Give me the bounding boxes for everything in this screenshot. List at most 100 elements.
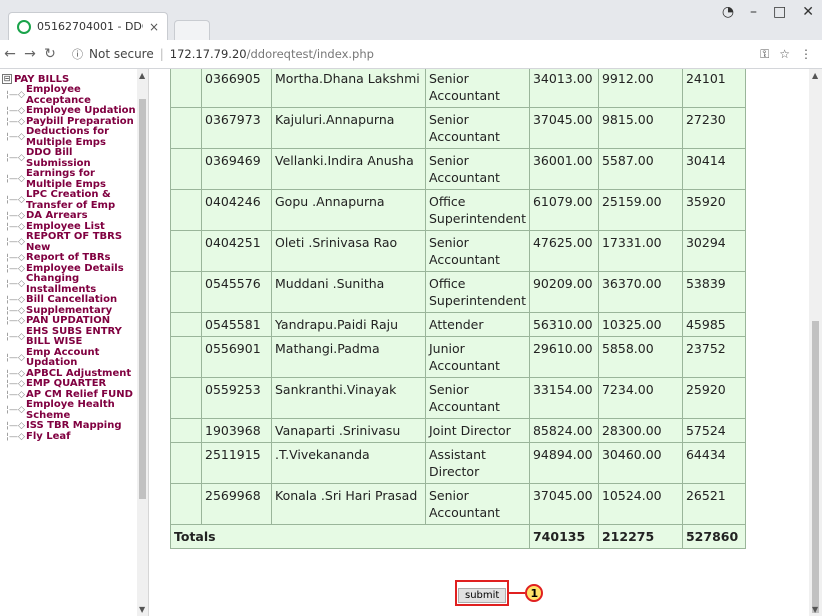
main-scroll-thumb[interactable] <box>812 321 819 613</box>
main-scroll-down-icon[interactable]: ▼ <box>812 605 818 614</box>
cell-deductions: 28300.00 <box>597 418 683 443</box>
sidebar-item[interactable]: ¦—◇ Employee Acceptance <box>6 84 136 106</box>
cell-net: 64434 <box>681 442 746 484</box>
tree-connector-icon: ¦—◇ <box>6 379 25 389</box>
cell-net: 45985 <box>681 312 746 337</box>
cell-designation: Senior Accountant <box>425 69 530 108</box>
scroll-down-icon[interactable]: ▼ <box>139 605 145 614</box>
scroll-up-icon[interactable]: ▲ <box>139 71 145 80</box>
cell-net: 27230 <box>681 107 746 149</box>
row-blank-cell <box>170 230 202 272</box>
sidebar-menu: ⊟ PAY BILLS ¦—◇ Employee Acceptance ¦—◇ Emp… <box>2 73 136 442</box>
totals-deductions: 212275 <box>597 524 683 549</box>
sidebar-item-label: EMP QUARTER <box>26 378 107 389</box>
cell-name: Muddani .Sunitha <box>271 271 426 313</box>
cell-gross: 47625.00 <box>528 230 599 272</box>
tab-close-icon[interactable]: × <box>149 20 159 34</box>
sidebar-item[interactable]: ¦—◇ Report of TBRs <box>6 252 136 264</box>
cell-designation: Senior Accountant <box>425 483 530 525</box>
sidebar-item[interactable]: ¦—◇ Fly Leaf <box>6 431 136 443</box>
main-scroll-up-icon[interactable]: ▲ <box>812 71 818 80</box>
sidebar-item[interactable]: ¦—◇ EMP QUARTER <box>6 378 136 390</box>
collapse-icon[interactable]: ⊟ <box>2 74 12 84</box>
sidebar-item[interactable]: ¦—◇ Bill Cancellation <box>6 294 136 306</box>
back-icon[interactable]: ← <box>0 46 20 62</box>
payroll-table: 0366905 Mortha.Dhana Lakshmi Senior Accoun… <box>170 69 746 549</box>
cell-deductions: 9912.00 <box>597 69 683 108</box>
cell-name: Mathangi.Padma <box>271 336 426 378</box>
maximize-icon[interactable]: □ <box>773 4 786 20</box>
cell-designation: Senior Accountant <box>425 230 530 272</box>
new-tab-button[interactable] <box>174 20 210 41</box>
tree-connector-icon: ¦—◇ <box>6 331 25 342</box>
sidebar-item[interactable]: ¦—◇ Employe Health Scheme <box>6 399 136 421</box>
tree-connector-icon: ¦—◇ <box>6 352 25 363</box>
table-row: 2511915 .T.Vivekananda Assistant Director 9… <box>170 442 746 484</box>
sidebar-item[interactable]: ¦—◇ Emp Account Updation <box>6 347 136 369</box>
cell-deductions: 7234.00 <box>597 377 683 419</box>
cell-id: 0559253 <box>201 377 272 419</box>
cell-deductions: 30460.00 <box>597 442 683 484</box>
cell-id: 0404251 <box>201 230 272 272</box>
sidebar-item[interactable]: ¦—◇ REPORT OF TBRS New <box>6 231 136 253</box>
minimize-icon[interactable]: – <box>750 4 757 20</box>
cell-name: Vellanki.Indira Anusha <box>271 148 426 190</box>
tree-connector-icon: ¦—◇ <box>6 421 25 431</box>
sidebar-item[interactable]: ¦—◇ PAN UPDATION <box>6 315 136 327</box>
sidebar-item[interactable]: ¦—◇ DDO Bill Submission <box>6 147 136 169</box>
main-scrollbar[interactable]: ▲ ▼ <box>809 69 822 616</box>
sidebar: ⊟ PAY BILLS ¦—◇ Employee Acceptance ¦—◇ Emp… <box>0 69 149 616</box>
sidebar-item-label: Employe Health Scheme <box>26 399 115 421</box>
url-path: /ddoreqtest/index.php <box>246 47 374 61</box>
info-icon[interactable]: ⓘ <box>72 46 83 62</box>
key-icon[interactable]: ⚿ <box>760 47 769 62</box>
tree-connector-icon: ¦—◇ <box>6 211 25 221</box>
cell-gross: 61079.00 <box>528 189 599 231</box>
cell-net: 24101 <box>681 69 746 108</box>
tree-connector-icon: ¦—◇ <box>6 221 25 232</box>
star-icon[interactable]: ☆ <box>779 47 790 62</box>
cell-name: .T.Vivekananda <box>271 442 426 484</box>
table-row: 0545581 Yandrapu.Paidi Raju Attender 56310.… <box>170 312 746 337</box>
sidebar-item-label: Bill Cancellation <box>26 294 118 305</box>
cell-id: 1903968 <box>201 418 272 443</box>
browser-tab[interactable]: 05162704001 - DDO Req × <box>8 12 168 40</box>
table-row: 0366905 Mortha.Dhana Lakshmi Senior Accoun… <box>170 69 746 108</box>
tree-connector-icon: ¦—◇ <box>6 90 25 101</box>
sidebar-item-label: Employee Updation <box>26 105 136 116</box>
sidebar-item[interactable]: ¦—◇ LPC Creation & Transfer of Emp <box>6 189 136 211</box>
profile-icon[interactable]: ◔ <box>722 4 734 20</box>
sidebar-item-label: PAN UPDATION <box>26 315 111 326</box>
table-row: 0545576 Muddani .Sunitha Office Superinten… <box>170 271 746 313</box>
cell-deductions: 5587.00 <box>597 148 683 190</box>
sidebar-item[interactable]: ¦—◇ Changing Installments <box>6 273 136 295</box>
sidebar-item[interactable]: ¦—◇ DA Arrears <box>6 210 136 222</box>
cell-designation: Junior Accountant <box>425 336 530 378</box>
more-menu-icon[interactable]: ⋮ <box>800 47 812 62</box>
sidebar-item-label: ISS TBR Mapping <box>26 420 122 431</box>
sidebar-item[interactable]: ¦—◇ Employee Updation <box>6 105 136 117</box>
sidebar-item[interactable]: ¦—◇ Deductions for Multiple Emps <box>6 126 136 148</box>
main-content: 0366905 Mortha.Dhana Lakshmi Senior Accoun… <box>150 69 810 616</box>
sidebar-item[interactable]: ¦—◇ Earnings for Multiple Emps <box>6 168 136 190</box>
row-blank-cell <box>170 107 202 149</box>
reload-icon[interactable]: ↻ <box>40 46 60 62</box>
forward-icon[interactable]: → <box>20 46 40 62</box>
close-window-icon[interactable]: ✕ <box>802 4 814 20</box>
cell-designation: Joint Director <box>425 418 530 443</box>
sidebar-item-label: Deductions for Multiple Emps <box>26 126 110 148</box>
row-blank-cell <box>170 336 202 378</box>
row-blank-cell <box>170 69 202 108</box>
tree-connector-icon: ¦—◇ <box>6 279 25 290</box>
url-separator: | <box>159 47 164 61</box>
sidebar-scrollbar[interactable]: ▲ ▼ <box>137 69 148 616</box>
cell-designation: Assistant Director <box>425 442 530 484</box>
sidebar-scroll-thumb[interactable] <box>139 99 146 499</box>
url-field[interactable]: ⓘ Not secure | 172.17.79.20/ddoreqtest/i… <box>66 44 754 64</box>
row-blank-cell <box>170 418 202 443</box>
tree-connector-icon: ¦—◇ <box>6 237 25 248</box>
sidebar-item[interactable]: ¦—◇ ISS TBR Mapping <box>6 420 136 432</box>
sidebar-item[interactable]: ¦—◇ EHS SUBS ENTRY BILL WISE <box>6 326 136 348</box>
callout-badge: 1 <box>525 584 544 602</box>
submit-button[interactable]: submit <box>458 588 507 603</box>
